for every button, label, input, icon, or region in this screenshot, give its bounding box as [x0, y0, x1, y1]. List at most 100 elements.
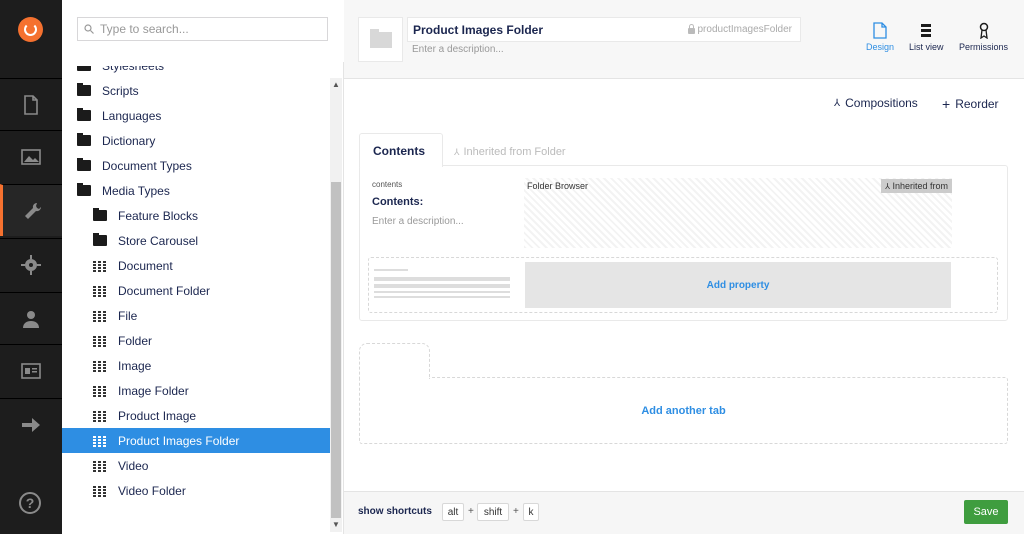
developer-section-icon[interactable] — [0, 238, 62, 290]
folder-icon — [77, 183, 91, 196]
alias-field[interactable]: productImagesFolder — [687, 23, 792, 35]
property-description: Enter a description... — [372, 216, 464, 227]
plus-icon: + — [942, 96, 951, 112]
tree-item[interactable]: Video — [62, 453, 330, 478]
folder-icon — [77, 83, 91, 96]
media-type-icon — [93, 284, 107, 297]
tree-item[interactable]: Document Folder — [62, 278, 330, 303]
document-icon — [873, 22, 887, 39]
tree-item[interactable]: Dictionary — [62, 128, 330, 153]
compositions-button[interactable]: ⅄ Compositions — [834, 96, 918, 110]
media-type-icon — [93, 359, 107, 372]
tree-item[interactable]: Folder — [62, 328, 330, 353]
tree-item-label: Document Folder — [118, 283, 211, 298]
list-view-button[interactable]: List view — [909, 22, 944, 52]
tab-contents[interactable]: Contents — [359, 133, 443, 167]
tree-item-label: Document — [118, 258, 173, 273]
placeholder-line — [374, 284, 510, 288]
tree-list: Stylesheets Scripts Languages Dictionary Doc… — [62, 66, 330, 526]
key-alt: alt — [442, 503, 464, 521]
shortcuts-label[interactable]: show shortcuts — [358, 506, 432, 517]
name-field[interactable]: Product Images Folder productImagesFolde… — [407, 17, 801, 42]
tree-item-label: Image Folder — [118, 383, 189, 398]
tree-item[interactable]: Languages — [62, 103, 330, 128]
users-section-icon[interactable] — [0, 292, 62, 344]
content-section-icon[interactable] — [0, 78, 62, 130]
tree-item[interactable]: Scripts — [62, 78, 330, 103]
tree-scrollbar[interactable]: ▲ ▼ — [330, 78, 342, 532]
tree-item[interactable]: Image Folder — [62, 378, 330, 403]
members-section-icon[interactable] — [0, 344, 62, 396]
scroll-down-icon[interactable]: ▼ — [332, 520, 340, 529]
tree-item[interactable]: Video Folder — [62, 478, 330, 503]
tree-item[interactable]: Document — [62, 253, 330, 278]
list-icon — [921, 24, 932, 37]
settings-section-icon[interactable] — [0, 184, 62, 236]
media-section-icon[interactable] — [0, 130, 62, 182]
tree-item-label: Product Image — [118, 408, 197, 423]
tree-item-label: File — [118, 308, 138, 323]
editor-header: Product Images Folder productImagesFolde… — [344, 0, 1024, 79]
tree-item[interactable]: Image — [62, 353, 330, 378]
tree-item[interactable]: Product Images Folder — [62, 428, 330, 453]
lock-icon[interactable] — [687, 23, 695, 34]
tree-item[interactable]: Store Carousel — [62, 228, 330, 253]
editor-name: Folder Browser — [527, 181, 589, 191]
tree-item-label: Store Carousel — [118, 233, 199, 248]
folder-icon — [77, 66, 91, 71]
design-button[interactable]: Design — [866, 22, 894, 52]
media-type-icon — [93, 409, 107, 422]
add-property-button[interactable]: Add property — [525, 262, 951, 308]
scrollbar-thumb[interactable] — [331, 182, 341, 518]
inherited-badge: ⅄ Inherited from — [881, 179, 952, 193]
permissions-button[interactable]: Permissions — [959, 22, 1008, 52]
placeholder-line — [374, 296, 510, 298]
design-toolbar: ⅄ Compositions + Reorder — [344, 96, 1024, 112]
tree-item-label: Languages — [102, 108, 162, 123]
section-sidebar: ? — [0, 0, 62, 534]
media-type-icon — [93, 309, 107, 322]
tree-item[interactable]: Media Types — [62, 178, 330, 203]
folder-icon — [93, 233, 107, 246]
save-button[interactable]: Save — [964, 500, 1008, 524]
folder-icon — [77, 108, 91, 121]
tree-item[interactable]: Stylesheets — [62, 66, 330, 78]
forms-section-icon[interactable] — [0, 398, 62, 450]
search-box[interactable] — [77, 17, 328, 41]
search-input[interactable] — [100, 22, 320, 36]
media-type-icon — [93, 334, 107, 347]
key-k: k — [523, 503, 539, 521]
property-label: Contents: — [372, 196, 424, 208]
plus-sign: + — [468, 506, 474, 517]
reorder-button[interactable]: + Reorder — [942, 96, 999, 112]
tree-item[interactable]: Document Types — [62, 153, 330, 178]
folder-icon[interactable] — [358, 17, 403, 62]
reorder-label: Reorder — [955, 97, 999, 111]
tree-item[interactable]: Feature Blocks — [62, 203, 330, 228]
placeholder-line — [374, 277, 510, 281]
tree-item[interactable]: Product Image — [62, 403, 330, 428]
media-type-icon — [93, 259, 107, 272]
folder-icon — [77, 133, 91, 146]
folder-icon — [93, 208, 107, 221]
add-tab-button[interactable]: Add another tab — [359, 377, 1008, 444]
design-label: Design — [866, 42, 895, 52]
help-icon[interactable]: ? — [19, 492, 41, 514]
umbraco-logo[interactable] — [18, 17, 43, 42]
inherited-icon: ⅄ — [454, 146, 460, 157]
tree-item-label: Media Types — [102, 183, 170, 198]
description-field[interactable]: Enter a description... — [412, 44, 504, 55]
editor-footer: show shortcuts alt + shift + k Save — [344, 491, 1024, 534]
media-type-name[interactable]: Product Images Folder — [413, 23, 543, 37]
inherited-tab-label: Inherited from Folder — [463, 146, 566, 158]
tree-item[interactable]: File — [62, 303, 330, 328]
tree-panel: Stylesheets Scripts Languages Dictionary Doc… — [62, 0, 344, 534]
media-type-icon — [93, 434, 107, 447]
tree-item-label: Video Folder — [118, 483, 186, 498]
tree-item-label: Stylesheets — [102, 66, 164, 73]
permissions-label: Permissions — [959, 42, 1009, 52]
scroll-up-icon[interactable]: ▲ — [332, 80, 340, 89]
property-alias: contents — [372, 180, 403, 189]
inherited-badge-label: Inherited from — [892, 181, 948, 191]
key-shift: shift — [477, 503, 509, 521]
